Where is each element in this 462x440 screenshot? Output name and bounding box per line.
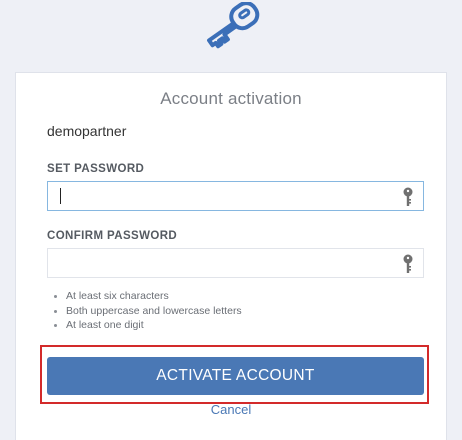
key-icon <box>207 2 260 49</box>
activate-account-button[interactable]: ACTIVATE ACCOUNT <box>47 357 424 395</box>
rule-item: At least six characters <box>52 289 242 304</box>
rule-text: At least one digit <box>66 319 144 331</box>
rule-text: At least six characters <box>66 290 169 302</box>
card-title: Account activation <box>160 89 302 108</box>
username: demopartner <box>47 123 127 139</box>
bullet-icon <box>54 295 57 298</box>
confirm-password-field[interactable] <box>47 248 424 278</box>
activation-card: Account activation demopartner SET PASSW… <box>15 72 447 440</box>
password-rules: At least six characters Both uppercase a… <box>52 289 242 333</box>
key-icon <box>403 254 413 273</box>
bullet-icon <box>54 309 57 313</box>
rule-item: Both uppercase and lowercase letters <box>52 304 242 319</box>
rule-item: At least one digit <box>52 318 242 333</box>
set-password-label: SET PASSWORD <box>47 163 145 175</box>
set-password-field[interactable] <box>47 181 424 211</box>
key-icon <box>403 187 413 206</box>
text-caret <box>60 188 61 204</box>
bullet-icon <box>54 324 57 327</box>
set-password-input[interactable] <box>48 182 388 210</box>
cancel-link[interactable]: Cancel <box>16 402 446 417</box>
confirm-password-input[interactable] <box>48 249 388 277</box>
confirm-password-label: CONFIRM PASSWORD <box>47 230 178 242</box>
activation-page: Account activation demopartner SET PASSW… <box>0 0 462 440</box>
rule-text: Both uppercase and lowercase letters <box>66 304 242 317</box>
